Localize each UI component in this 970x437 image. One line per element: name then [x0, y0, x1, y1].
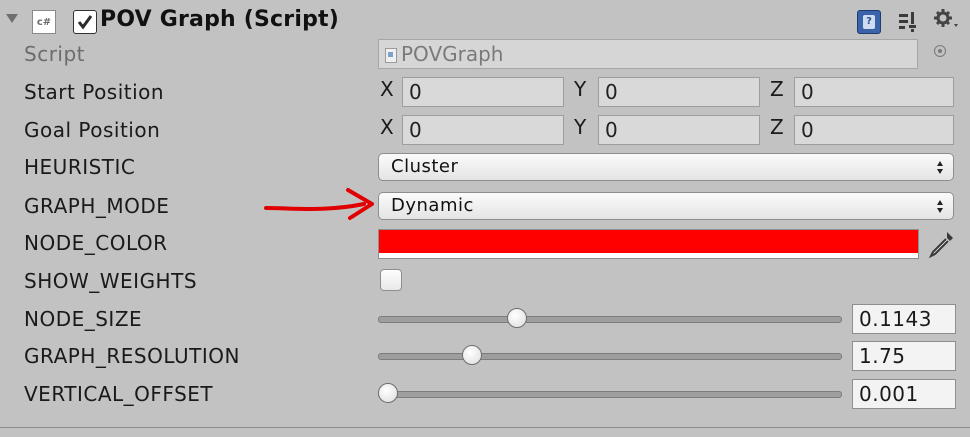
checkmark-icon: [77, 15, 93, 30]
vertical-offset-field[interactable]: 0.001: [852, 379, 956, 409]
goal-y-label: Y: [574, 115, 587, 139]
graph-resolution-field[interactable]: 1.75: [852, 341, 956, 371]
goal-z-field[interactable]: 0: [794, 115, 954, 145]
dropdown-arrows-icon: [937, 200, 943, 214]
heuristic-row: HEURISTIC Cluster: [0, 149, 970, 186]
graph-resolution-label: GRAPH_RESOLUTION: [24, 344, 240, 368]
graph-resolution-slider[interactable]: [378, 342, 842, 370]
goal-x-label: X: [380, 115, 394, 139]
slider-thumb[interactable]: [378, 383, 398, 403]
slider-track: [378, 316, 842, 323]
node-size-slider[interactable]: [378, 305, 842, 333]
heuristic-dropdown[interactable]: Cluster: [378, 153, 954, 181]
show-weights-checkbox[interactable]: [380, 269, 402, 291]
help-icon[interactable]: ?: [857, 10, 881, 34]
start-y-field[interactable]: 0: [598, 77, 760, 107]
node-size-field[interactable]: 0.1143: [852, 304, 956, 334]
gear-icon[interactable]: [932, 8, 962, 32]
vertical-offset-label: VERTICAL_OFFSET: [24, 382, 214, 406]
goal-y-field[interactable]: 0: [598, 115, 760, 145]
bottom-separator: [0, 427, 970, 428]
dropdown-arrows-icon: [937, 161, 943, 175]
component-title: POV Graph (Script): [100, 7, 339, 32]
script-label: Script: [24, 42, 86, 66]
component-header[interactable]: c# POV Graph (Script) ?: [0, 0, 970, 40]
heuristic-value: Cluster: [391, 156, 459, 177]
start-z-label: Z: [770, 77, 784, 101]
cs-script-icon: c#: [32, 10, 56, 34]
node-size-label: NODE_SIZE: [24, 307, 143, 331]
vertical-offset-slider[interactable]: [378, 380, 842, 408]
preset-icon[interactable]: [897, 10, 919, 32]
graph-mode-value: Dynamic: [391, 195, 474, 216]
enable-component-checkbox[interactable]: [73, 10, 97, 34]
goal-x-field[interactable]: 0: [402, 115, 564, 145]
goal-position-row: Goal Position X 0 Y 0 Z 0: [0, 112, 970, 149]
node-color-field[interactable]: [378, 229, 919, 259]
script-field[interactable]: POVGraph: [378, 39, 918, 69]
slider-thumb[interactable]: [462, 345, 483, 365]
show-weights-label: SHOW_WEIGHTS: [24, 269, 198, 293]
eyedropper-icon[interactable]: [925, 229, 957, 259]
show-weights-row: SHOW_WEIGHTS: [0, 263, 970, 300]
script-row: Script POVGraph: [0, 36, 970, 73]
inspector-panel: c# POV Graph (Script) ? Script POVGraph …: [0, 0, 970, 437]
script-field-value: POVGraph: [401, 42, 504, 66]
start-position-label: Start Position: [24, 80, 165, 104]
node-color-row: NODE_COLOR: [0, 225, 970, 262]
start-position-row: Start Position X 0 Y 0 Z 0: [0, 74, 970, 111]
goal-z-label: Z: [770, 115, 784, 139]
node-size-row: NODE_SIZE 0.1143: [0, 301, 970, 338]
heuristic-label: HEURISTIC: [24, 155, 136, 179]
script-file-icon: [385, 48, 397, 63]
object-picker-icon[interactable]: [934, 45, 946, 57]
slider-track: [378, 391, 842, 398]
graph-resolution-row: GRAPH_RESOLUTION 1.75: [0, 338, 970, 375]
foldout-arrow-icon[interactable]: [6, 14, 18, 23]
start-x-field[interactable]: 0: [402, 77, 564, 107]
node-color-label: NODE_COLOR: [24, 231, 168, 255]
goal-position-label: Goal Position: [24, 118, 161, 142]
graph-mode-dropdown[interactable]: Dynamic: [378, 192, 954, 220]
node-color-swatch: [379, 230, 918, 253]
slider-thumb[interactable]: [506, 308, 527, 328]
start-x-label: X: [380, 77, 394, 101]
start-z-field[interactable]: 0: [794, 77, 954, 107]
graph-mode-row: GRAPH_MODE Dynamic: [0, 188, 970, 225]
graph-mode-label: GRAPH_MODE: [24, 194, 170, 218]
red-arrow-annotation: [264, 188, 374, 220]
slider-track: [378, 353, 842, 360]
start-y-label: Y: [574, 77, 587, 101]
vertical-offset-row: VERTICAL_OFFSET 0.001: [0, 376, 970, 413]
